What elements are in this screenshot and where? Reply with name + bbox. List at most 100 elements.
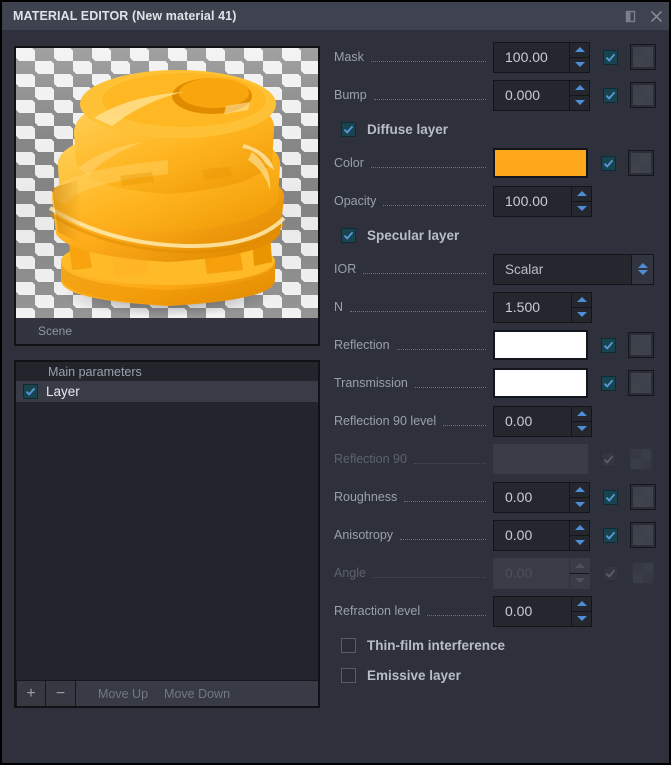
color-color-swatch[interactable] (493, 148, 588, 178)
texture-map-button[interactable] (630, 560, 656, 586)
opacity-value[interactable]: 100.00 (494, 187, 571, 216)
refraction-level-stepper[interactable]: 0.00 (493, 595, 592, 627)
angle-enable-checkbox[interactable] (603, 565, 618, 581)
section-specular-layer[interactable]: Specular layer (334, 220, 656, 250)
close-icon[interactable] (643, 3, 669, 29)
reflection-90-level-label: Reflection 90 level (334, 414, 437, 428)
bump-stepper[interactable]: 0.000 (493, 79, 590, 111)
n-value[interactable]: 1.500 (494, 293, 571, 322)
left-column: Scene Main parameters Layer + − Move Up … (14, 46, 320, 708)
layer-name: Layer (46, 384, 80, 399)
ior-label: IOR (334, 262, 357, 276)
chevron-updown-icon[interactable] (631, 254, 653, 284)
bump-spinner-arrows[interactable] (569, 80, 589, 110)
emissive-layer-checkbox[interactable] (341, 667, 356, 683)
reflection-90-level-spinner-arrows[interactable] (571, 406, 591, 436)
spinner-up-icon[interactable] (572, 293, 591, 308)
spinner-up-icon[interactable] (570, 43, 589, 58)
thin-film-interference-checkbox[interactable] (341, 637, 356, 653)
spinner-up-icon[interactable] (570, 483, 589, 498)
roughness-enable-checkbox[interactable] (603, 489, 618, 505)
bump-value[interactable]: 0.000 (494, 81, 569, 110)
spinner-down-icon[interactable] (570, 536, 589, 550)
reflection-90-level-stepper[interactable]: 0.00 (493, 405, 592, 437)
reflection-90-enable-checkbox[interactable] (601, 451, 616, 467)
bump-enable-checkbox[interactable] (603, 87, 618, 103)
color-enable-checkbox[interactable] (601, 155, 616, 171)
texture-map-button[interactable] (628, 150, 654, 176)
list-item[interactable]: Layer (16, 381, 318, 402)
anisotropy-enable-checkbox[interactable] (603, 527, 618, 543)
diffuse-layer-checkbox[interactable] (341, 121, 356, 137)
texture-map-button[interactable] (628, 370, 654, 396)
texture-map-button[interactable] (630, 484, 656, 510)
spinner-up-icon[interactable] (572, 407, 591, 422)
n-spinner-arrows[interactable] (571, 292, 591, 322)
param-row-opacity: Opacity 100.00 (334, 182, 656, 220)
specular-layer-checkbox[interactable] (341, 227, 356, 243)
spinner-down-icon[interactable] (572, 612, 591, 626)
spinner-down-icon[interactable] (570, 58, 589, 72)
opacity-stepper[interactable]: 100.00 (493, 185, 592, 217)
anisotropy-value[interactable]: 0.00 (494, 521, 569, 550)
anisotropy-stepper[interactable]: 0.00 (493, 519, 590, 551)
roughness-spinner-arrows[interactable] (569, 482, 589, 512)
texture-map-button[interactable] (628, 446, 654, 472)
refraction-level-value[interactable]: 0.00 (494, 597, 571, 626)
reflection-90-color-swatch[interactable] (493, 444, 588, 474)
mask-stepper[interactable]: 100.00 (493, 41, 590, 73)
refraction-level-spinner-arrows[interactable] (571, 596, 591, 626)
angle-value[interactable]: 0.00 (494, 559, 569, 588)
mask-spinner-arrows[interactable] (569, 42, 589, 72)
section-thin-film-interference[interactable]: Thin-film interference (334, 630, 656, 660)
mask-enable-checkbox[interactable] (603, 49, 618, 65)
spinner-up-icon[interactable] (570, 559, 589, 574)
spinner-down-icon[interactable] (572, 202, 591, 216)
spinner-up-icon[interactable] (572, 187, 591, 202)
section-emissive-layer[interactable]: Emissive layer (334, 660, 656, 690)
texture-map-button[interactable] (630, 82, 656, 108)
ior-dropdown[interactable]: Scalar (493, 253, 654, 285)
remove-layer-button[interactable]: − (46, 681, 76, 706)
leader-line (427, 614, 486, 616)
roughness-value[interactable]: 0.00 (494, 483, 569, 512)
reflection-color-swatch[interactable] (493, 330, 588, 360)
anisotropy-spinner-arrows[interactable] (569, 520, 589, 550)
leader-line (443, 424, 486, 426)
maximize-icon[interactable] (617, 3, 643, 29)
reflection-enable-checkbox[interactable] (601, 337, 616, 353)
reflection-90-label: Reflection 90 (334, 452, 407, 466)
transmission-enable-checkbox[interactable] (601, 375, 616, 391)
opacity-controls: 100.00 (493, 185, 656, 217)
angle-spinner-arrows[interactable] (569, 558, 589, 588)
spinner-down-icon[interactable] (572, 308, 591, 322)
texture-map-button[interactable] (630, 522, 656, 548)
transmission-color-swatch[interactable] (493, 368, 588, 398)
texture-map-button[interactable] (628, 332, 654, 358)
texture-map-button[interactable] (630, 44, 656, 70)
spinner-up-icon[interactable] (572, 597, 591, 612)
spinner-down-icon[interactable] (570, 96, 589, 110)
emissive-layer-label: Emissive layer (367, 667, 461, 683)
mask-value[interactable]: 100.00 (494, 43, 569, 72)
move-down-button[interactable]: Move Down (164, 687, 230, 701)
spinner-down-icon[interactable] (570, 574, 589, 588)
n-stepper[interactable]: 1.500 (493, 291, 592, 323)
add-layer-button[interactable]: + (16, 681, 46, 706)
param-row-ior: IOR Scalar (334, 250, 656, 288)
param-row-refraction-level: Refraction level 0.00 (334, 592, 656, 630)
spinner-up-icon[interactable] (570, 81, 589, 96)
layers-toolbar: + − Move Up Move Down (16, 680, 318, 706)
roughness-stepper[interactable]: 0.00 (493, 481, 590, 513)
layer-visibility-checkbox[interactable] (23, 384, 38, 399)
preview-viewport[interactable]: Scene (14, 46, 320, 346)
move-up-button[interactable]: Move Up (98, 687, 148, 701)
spinner-up-icon[interactable] (570, 521, 589, 536)
reflection-90-level-value[interactable]: 0.00 (494, 407, 571, 436)
spinner-down-icon[interactable] (572, 422, 591, 436)
bump-controls: 0.000 (493, 79, 656, 111)
spinner-down-icon[interactable] (570, 498, 589, 512)
opacity-spinner-arrows[interactable] (571, 186, 591, 216)
angle-stepper[interactable]: 0.00 (493, 557, 590, 589)
section-diffuse-layer[interactable]: Diffuse layer (334, 114, 656, 144)
